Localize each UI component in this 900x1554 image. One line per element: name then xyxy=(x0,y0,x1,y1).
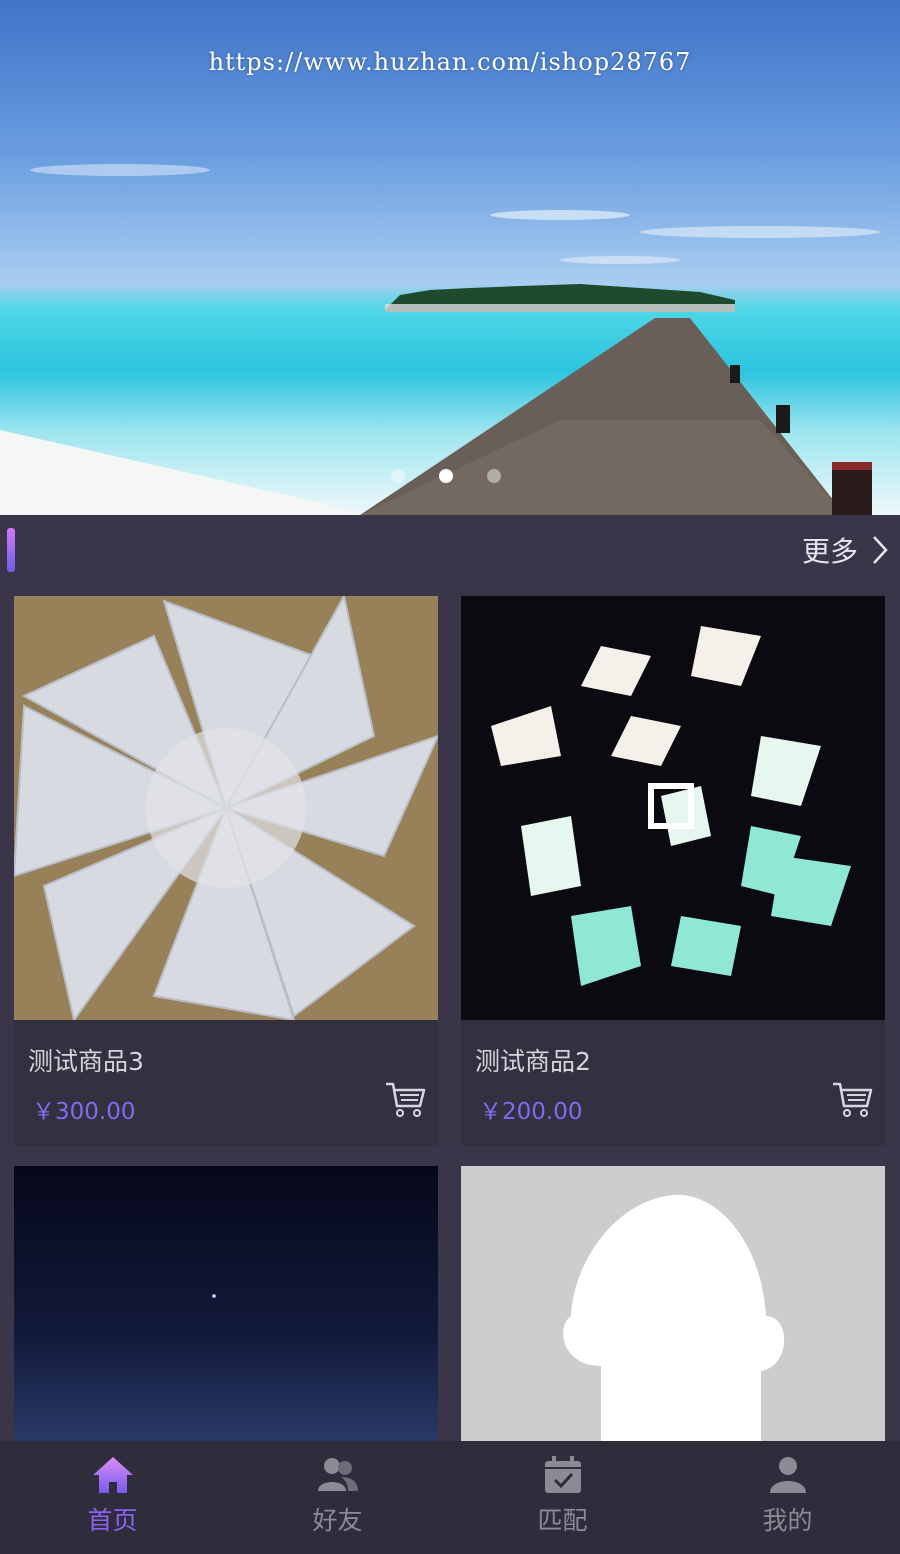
product-price: ￥300.00 xyxy=(32,1099,136,1125)
product-name: 测试商品2 xyxy=(475,1047,591,1076)
cart-icon[interactable] xyxy=(831,1080,873,1118)
user-icon xyxy=(769,1457,806,1493)
bottom-tab-bar: 首页 好友 匹配 我的 xyxy=(0,1441,900,1554)
carousel-dot[interactable] xyxy=(487,469,501,483)
product-image[interactable] xyxy=(14,1166,438,1446)
calendar-check-icon xyxy=(544,1456,581,1493)
chevron-right-icon xyxy=(873,536,888,564)
banner-image xyxy=(0,164,880,515)
tab-home[interactable]: 首页 xyxy=(0,1441,225,1554)
cart-icon[interactable] xyxy=(384,1080,426,1118)
more-link[interactable]: 更多 xyxy=(802,530,890,570)
tab-label: 好友 xyxy=(312,1506,363,1535)
tab-mine[interactable]: 我的 xyxy=(675,1441,900,1554)
carousel-indicator xyxy=(391,468,501,484)
product-card[interactable]: 测试商品2 ￥200.00 xyxy=(461,596,885,1146)
tab-label: 匹配 xyxy=(537,1506,588,1535)
product-image[interactable] xyxy=(461,596,885,1020)
more-label: 更多 xyxy=(801,535,858,568)
home-icon xyxy=(92,1457,133,1493)
carousel-dot[interactable] xyxy=(391,469,405,483)
product-card[interactable]: 测试商品3 ￥300.00 xyxy=(14,596,438,1146)
product-price: ￥200.00 xyxy=(479,1099,583,1125)
product-image[interactable] xyxy=(14,596,438,1020)
tab-label: 我的 xyxy=(762,1506,813,1535)
section-accent-bar xyxy=(7,528,15,572)
watermark-text: https://www.huzhan.com/ishop28767 xyxy=(208,48,692,76)
tab-friends[interactable]: 好友 xyxy=(225,1441,450,1554)
tab-label: 首页 xyxy=(87,1506,138,1535)
friends-icon xyxy=(317,1458,358,1491)
carousel-dot-active[interactable] xyxy=(439,469,453,483)
product-name: 测试商品3 xyxy=(28,1047,144,1076)
tab-match[interactable]: 匹配 xyxy=(450,1441,675,1554)
product-image[interactable] xyxy=(461,1166,885,1446)
banner-carousel[interactable]: https://www.huzhan.com/ishop28767 xyxy=(0,0,900,515)
